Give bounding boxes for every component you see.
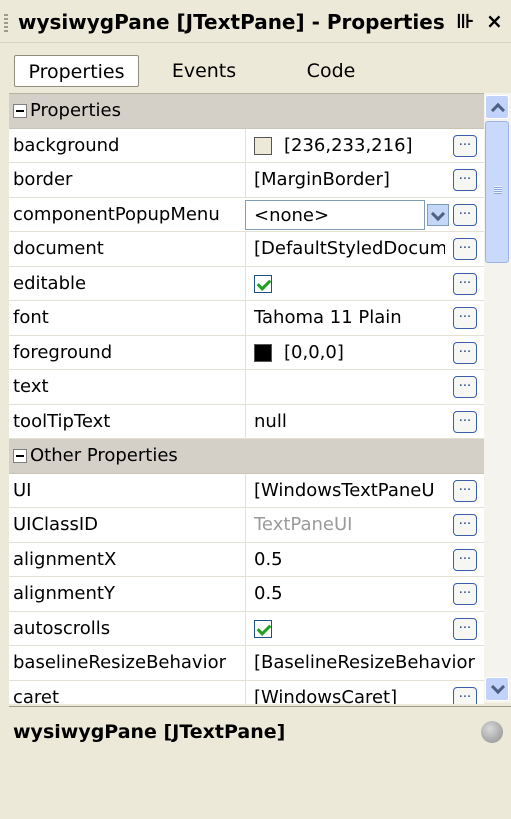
pin-icon[interactable]: ⊪ (456, 9, 474, 33)
property-row-document[interactable]: document [DefaultStyledDocum ... (9, 232, 484, 267)
property-row-editable[interactable]: editable ... (9, 266, 484, 301)
close-icon[interactable]: × (486, 9, 503, 33)
property-name: text (13, 376, 49, 397)
property-value[interactable] (245, 370, 445, 404)
property-row-alignmentx[interactable]: alignmentX 0.5 ... (9, 542, 484, 577)
property-value[interactable]: Tahoma 11 Plain (245, 301, 445, 335)
description-title: wysiwygPane [JTextPane] (13, 721, 286, 743)
ellipsis-button[interactable]: ... (453, 686, 477, 704)
scrollbar-thumb[interactable] (485, 121, 509, 263)
property-name: caret (13, 686, 60, 705)
property-value[interactable]: 0.5 (245, 542, 445, 577)
autoscrolls-checkbox[interactable] (254, 619, 272, 638)
property-value-text: [236,233,216] (284, 134, 413, 156)
tab-code[interactable]: Code (286, 55, 376, 87)
ellipsis-button[interactable]: ... (453, 134, 477, 157)
property-row-componentpopupmenu[interactable]: componentPopupMenu <none> ... (9, 198, 484, 232)
property-row-border[interactable]: border [MarginBorder] ... (9, 163, 484, 198)
ellipsis-button[interactable]: ... (453, 376, 477, 398)
ellipsis-button[interactable]: ... (453, 307, 477, 329)
property-row-alignmenty[interactable]: alignmentY 0.5 ... (9, 577, 484, 612)
ellipsis-button[interactable]: ... (453, 203, 477, 226)
category-label: Other Properties (30, 445, 178, 466)
ellipsis-button[interactable]: ... (453, 479, 477, 502)
tab-events[interactable]: Events (156, 55, 252, 87)
category-other-properties[interactable]: Other Properties (9, 439, 484, 474)
property-value[interactable]: [0,0,0] (245, 335, 445, 370)
property-value[interactable]: 0.5 (245, 577, 445, 611)
property-grid: Properties background [236,233,216] ... … (9, 93, 484, 704)
ellipsis-button[interactable]: ... (453, 583, 477, 605)
property-name: baselineResizeBehavior (13, 652, 226, 673)
chevron-down-icon[interactable] (427, 203, 449, 226)
ellipsis-button[interactable]: ... (453, 617, 477, 640)
property-row-caret[interactable]: caret [WindowsCaret] ... (9, 680, 484, 705)
category-header[interactable]: Properties (13, 94, 121, 128)
property-name: border (13, 169, 73, 190)
ellipsis-button[interactable]: ... (453, 548, 477, 571)
window-title: wysiwygPane [JTextPane] - Properties (18, 10, 445, 34)
editable-checkbox[interactable] (254, 274, 272, 293)
property-row-text[interactable]: text ... (9, 370, 484, 405)
property-row-uiclassid[interactable]: UIClassID TextPaneUI ... (9, 508, 484, 543)
property-name: document (13, 238, 104, 259)
scroll-up-icon[interactable] (485, 95, 509, 119)
property-name: UIClassID (13, 514, 99, 535)
property-name: autoscrolls (13, 617, 111, 639)
ellipsis-button[interactable]: ... (453, 514, 477, 536)
vertical-scrollbar[interactable] (484, 93, 511, 703)
property-name: foreground (13, 341, 113, 363)
property-value[interactable]: [DefaultStyledDocum (245, 232, 445, 266)
property-name: componentPopupMenu (13, 203, 220, 225)
property-name: alignmentY (13, 583, 115, 604)
property-row-baselineresizebehavior[interactable]: baselineResizeBehavior [BaselineResizeBe… (9, 646, 484, 681)
property-value[interactable]: [WindowsTextPaneU (245, 473, 445, 508)
category-header[interactable]: Other Properties (13, 439, 178, 473)
description-panel: wysiwygPane [JTextPane] (9, 706, 511, 819)
property-name: background (13, 134, 120, 156)
combo-value[interactable]: <none> (245, 199, 425, 230)
property-value[interactable] (245, 266, 445, 301)
property-row-tooltiptext[interactable]: toolTipText null ... (9, 404, 484, 439)
collapse-icon[interactable] (13, 104, 27, 118)
color-swatch (254, 136, 272, 155)
property-row-background[interactable]: background [236,233,216] ... (9, 128, 484, 163)
property-name: alignmentX (13, 548, 117, 570)
collapse-icon[interactable] (13, 449, 27, 463)
property-value: TextPaneUI (245, 508, 445, 542)
property-name: UI (13, 479, 32, 501)
tab-properties[interactable]: Properties (14, 55, 139, 87)
property-name: editable (13, 272, 87, 294)
property-value[interactable]: [236,233,216] (245, 128, 445, 163)
property-row-autoscrolls[interactable]: autoscrolls ... (9, 611, 484, 646)
property-value[interactable]: null (245, 404, 445, 439)
property-value-text: [0,0,0] (284, 341, 344, 363)
tab-bar: Properties Events Code (0, 52, 511, 92)
ellipsis-button[interactable]: ... (453, 410, 477, 433)
property-name: toolTipText (13, 410, 111, 432)
property-row-foreground[interactable]: foreground [0,0,0] ... (9, 335, 484, 370)
property-value[interactable]: [MarginBorder] (245, 163, 445, 197)
ellipsis-button[interactable]: ... (453, 272, 477, 295)
property-value[interactable]: [BaselineResizeBehavior (245, 646, 484, 680)
property-value[interactable] (245, 611, 445, 646)
property-row-ui[interactable]: UI [WindowsTextPaneU ... (9, 473, 484, 508)
scroll-down-icon[interactable] (485, 677, 509, 701)
property-row-font[interactable]: font Tahoma 11 Plain ... (9, 301, 484, 336)
title-bar: wysiwygPane [JTextPane] - Properties ⊪ × (0, 0, 511, 43)
category-properties[interactable]: Properties (9, 94, 484, 129)
property-value[interactable]: [WindowsCaret] (245, 680, 445, 704)
color-swatch (254, 343, 272, 362)
help-icon[interactable] (481, 721, 503, 743)
ellipsis-button[interactable]: ... (453, 169, 477, 191)
category-label: Properties (30, 100, 121, 121)
drag-grip-icon[interactable] (4, 14, 8, 32)
property-name: font (13, 307, 49, 328)
ellipsis-button[interactable]: ... (453, 341, 477, 364)
ellipsis-button[interactable]: ... (453, 238, 477, 260)
